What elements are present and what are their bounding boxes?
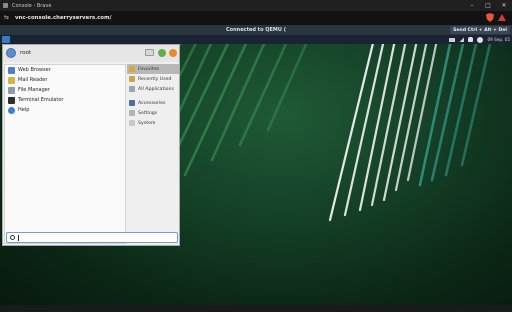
- favorite-label: Web Browser: [18, 67, 51, 73]
- minimize-button[interactable]: –: [464, 0, 480, 11]
- favorite-item-terminal-emulator[interactable]: Terminal Emulator: [5, 95, 125, 105]
- system-tray: 09 Sep, 05: [449, 35, 510, 44]
- search-input[interactable]: [17, 234, 175, 242]
- applications-menu: root Web Browser Mail Reader File Manage…: [2, 44, 180, 246]
- vnc-connection-status: Connected to QEMU (: [226, 27, 286, 33]
- close-button[interactable]: ✕: [496, 0, 512, 11]
- site-info-icon[interactable]: ⇆: [4, 15, 10, 21]
- mail-reader-icon: [8, 76, 15, 84]
- warning-icon[interactable]: [498, 14, 506, 21]
- category-settings[interactable]: Settings: [127, 108, 179, 118]
- network-icon[interactable]: [459, 37, 465, 42]
- terminal-icon: [8, 96, 15, 104]
- log-out-button[interactable]: [169, 49, 177, 57]
- notification-icon[interactable]: [468, 37, 474, 42]
- wallpaper-stripe: [370, 35, 409, 207]
- category-list: Favorites Recently Used All Applications…: [127, 64, 179, 224]
- text-caret: [18, 235, 19, 241]
- user-avatar: [6, 48, 16, 58]
- browser-title-bar: Console - Brave – □ ✕: [0, 0, 512, 11]
- all-apps-icon: [129, 86, 135, 92]
- recent-icon: [129, 76, 135, 82]
- favorites-list: Web Browser Mail Reader File Manager Ter…: [4, 64, 126, 244]
- wallpaper-stripe: [238, 35, 292, 147]
- url-text[interactable]: vnc-console.cherryservers.com/: [15, 15, 112, 21]
- favorite-label: Help: [18, 107, 30, 113]
- web-browser-icon: [8, 66, 15, 74]
- category-label: Accessories: [138, 100, 166, 106]
- browser-bottom-edge: [0, 305, 512, 312]
- address-bar[interactable]: ⇆ vnc-console.cherryservers.com/: [0, 11, 512, 25]
- wallpaper-stripe: [328, 35, 377, 222]
- screen: Console - Brave – □ ✕ ⇆ vnc-console.cher…: [0, 0, 512, 312]
- username: root: [20, 50, 32, 56]
- lock-screen-button[interactable]: [158, 49, 166, 57]
- favorites-icon: [129, 66, 135, 72]
- wallpaper-stripe: [266, 35, 312, 132]
- favorite-item-web-browser[interactable]: Web Browser: [5, 65, 125, 75]
- favorite-label: Mail Reader: [18, 77, 48, 83]
- category-system[interactable]: System: [127, 118, 179, 128]
- category-label: All Applications: [138, 86, 174, 92]
- favorite-label: File Manager: [18, 87, 50, 93]
- accessories-icon: [129, 100, 135, 106]
- settings-manager-button[interactable]: [145, 49, 154, 56]
- window-title: Console - Brave: [12, 2, 52, 9]
- settings-icon: [129, 110, 135, 116]
- search-box[interactable]: [6, 232, 178, 243]
- window-controls: – □ ✕: [464, 0, 512, 11]
- category-recently-used[interactable]: Recently Used: [127, 74, 179, 84]
- keyboard-layout-icon[interactable]: [449, 37, 456, 42]
- file-manager-icon: [8, 86, 15, 94]
- vnc-status-bar: Connected to QEMU ( Send Ctrl + Alt + De…: [0, 25, 512, 35]
- category-accessories[interactable]: Accessories: [127, 98, 179, 108]
- maximize-button[interactable]: □: [480, 0, 496, 11]
- category-label: Recently Used: [138, 76, 172, 82]
- favorite-item-help[interactable]: Help: [5, 105, 125, 115]
- power-icon[interactable]: [477, 36, 484, 43]
- category-label: Settings: [138, 110, 158, 116]
- wallpaper-stripe: [183, 35, 252, 177]
- category-all-applications[interactable]: All Applications: [127, 84, 179, 94]
- favorite-item-mail-reader[interactable]: Mail Reader: [5, 75, 125, 85]
- wallpaper-stripe: [444, 35, 480, 177]
- panel-clock[interactable]: 09 Sep, 05: [487, 37, 510, 42]
- system-icon: [129, 120, 135, 126]
- favorite-item-file-manager[interactable]: File Manager: [5, 85, 125, 95]
- send-ctrl-alt-del-button[interactable]: Send Ctrl + Alt + Del: [450, 26, 510, 34]
- wallpaper-stripe: [460, 35, 494, 167]
- category-favorites[interactable]: Favorites: [127, 64, 179, 74]
- menu-header: root: [3, 45, 179, 62]
- favorite-label: Terminal Emulator: [18, 97, 64, 103]
- applications-menu-button[interactable]: [2, 36, 10, 43]
- category-label: System: [138, 120, 156, 126]
- category-label: Favorites: [138, 66, 160, 72]
- search-icon: [10, 235, 15, 240]
- console-app-icon: [3, 3, 8, 8]
- desktop-top-panel: [0, 35, 512, 44]
- help-icon: [8, 106, 15, 114]
